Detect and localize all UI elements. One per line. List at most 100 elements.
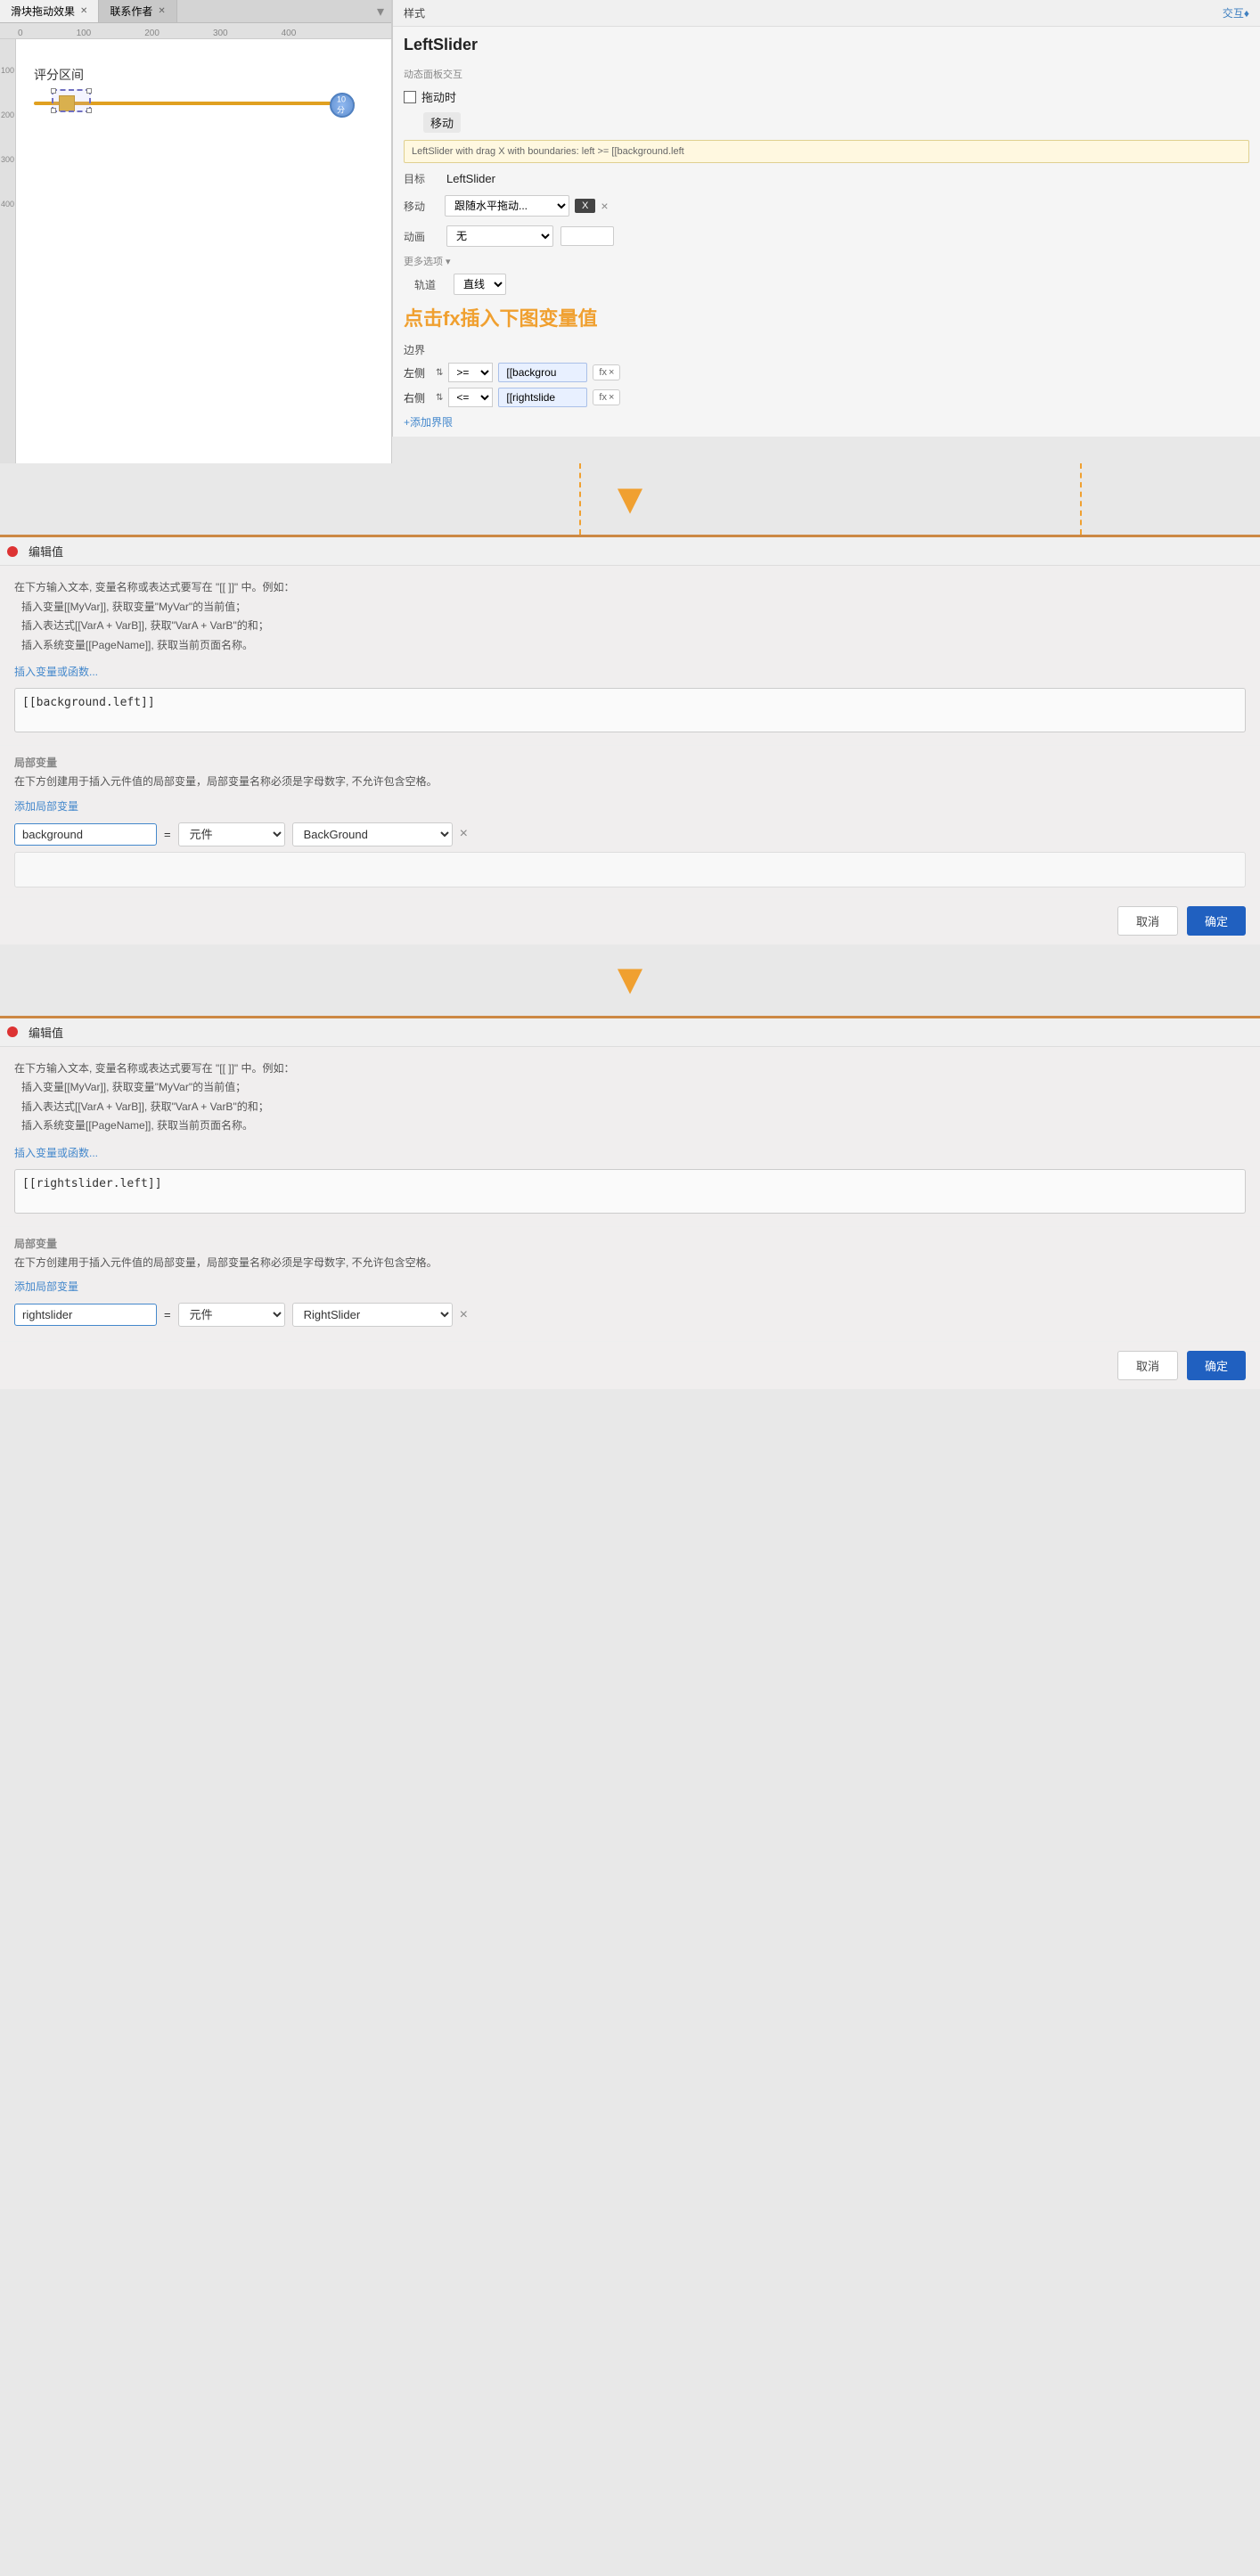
interaction-link[interactable]: 交互♦ bbox=[1223, 5, 1249, 20]
orange-hint-container: 点击fx插入下图变量值 bbox=[393, 298, 1260, 337]
tab-contact-label: 联系作者 bbox=[110, 4, 152, 19]
description-text: LeftSlider with drag X with boundaries: … bbox=[412, 146, 684, 157]
dialog2-intro: 在下方输入文本, 变量名称或表达式要写在 "[[ ]]" 中。例如： bbox=[14, 1059, 1246, 1079]
dialog1-confirm-button[interactable]: 确定 bbox=[1187, 906, 1246, 936]
description-bar: LeftSlider with drag X with boundaries: … bbox=[404, 140, 1249, 163]
orange-hint-text: 点击fx插入下图变量值 bbox=[404, 307, 598, 330]
canvas-content: 评分区间 bbox=[16, 39, 391, 463]
tab-more-icon[interactable]: ▾ bbox=[370, 3, 391, 20]
target-label: 目标 bbox=[404, 171, 439, 186]
left-op-select[interactable]: >= bbox=[448, 363, 493, 382]
dialog2-local-var: 局部变量 在下方创建用于插入元件值的局部变量，局部变量名称必须是字母数字, 不允… bbox=[0, 1226, 1260, 1341]
score-area: 评分区间 bbox=[34, 66, 355, 119]
drag-checkbox[interactable] bbox=[404, 91, 416, 103]
dialog2-local-var-title: 局部变量 bbox=[14, 1236, 1246, 1251]
handle-tr bbox=[86, 88, 92, 94]
dashed-line-left bbox=[579, 463, 581, 535]
dialog1-titlebar: 编辑值 bbox=[0, 537, 1260, 566]
dialog2-var-row: = 元件 RightSlider × bbox=[14, 1303, 1246, 1327]
dialog1-body: 在下方输入文本, 变量名称或表达式要写在 "[[ ]]" 中。例如： 插入变量[… bbox=[0, 566, 1260, 745]
left-arrows-icon: ⇅ bbox=[436, 368, 443, 378]
dialog1-var-delete-icon[interactable]: × bbox=[460, 826, 468, 842]
boundary-title: 边界 bbox=[404, 342, 1249, 357]
dialog2-var-delete-icon[interactable]: × bbox=[460, 1307, 468, 1323]
dialog2-var-component[interactable]: RightSlider bbox=[292, 1303, 453, 1327]
tab-close-icon[interactable]: ✕ bbox=[80, 6, 87, 16]
right-side-label: 右侧 bbox=[404, 390, 430, 405]
dialog1-bullet-1: 插入变量[[MyVar]], 获取变量"MyVar"的当前值； bbox=[21, 598, 1246, 617]
left-boundary-value: [[backgrou bbox=[498, 363, 587, 382]
right-panel: 样式 交互♦ LeftSlider 动态面板交互 拖动时 移动 LeftSlid… bbox=[392, 0, 1260, 437]
dialog2-bullet-2: 插入表达式[[VarA + VarB]], 获取"VarA + VarB"的和； bbox=[21, 1098, 1246, 1117]
dynamic-panel-label: 动态面板交互 bbox=[393, 63, 1260, 85]
dialog2-instructions: 在下方输入文本, 变量名称或表达式要写在 "[[ ]]" 中。例如： 插入变量[… bbox=[14, 1059, 1246, 1136]
dialog2-title: 编辑值 bbox=[29, 1024, 63, 1041]
more-options[interactable]: 更多选项 ▾ bbox=[393, 251, 1260, 271]
left-boundary-row: 左侧 ⇅ >= [[backgrou fx × bbox=[404, 363, 1249, 382]
fx-label: fx bbox=[599, 367, 607, 378]
dialog2-add-var-link[interactable]: 添加局部变量 bbox=[14, 1279, 1246, 1294]
right-close-x-icon[interactable]: × bbox=[609, 392, 614, 403]
target-row: 目标 LeftSlider bbox=[393, 167, 1260, 191]
tab-contact[interactable]: 联系作者 ✕ bbox=[99, 0, 176, 22]
drag-action-row: 拖动时 bbox=[393, 85, 1260, 109]
panel-header: 样式 交互♦ bbox=[393, 0, 1260, 27]
movement-x-badge: X bbox=[575, 199, 595, 213]
animation-duration[interactable]: 500 bbox=[560, 226, 614, 246]
dialog1-var-name[interactable] bbox=[14, 823, 157, 846]
boundary-section: 边界 左侧 ⇅ >= [[backgrou fx × 右侧 ⇅ bbox=[393, 337, 1260, 437]
movement-close-icon[interactable]: × bbox=[601, 199, 608, 213]
ruler-vertical: 100 200 300 400 bbox=[0, 39, 16, 463]
handle-bl bbox=[51, 108, 56, 113]
dialog1-local-var: 局部变量 在下方创建用于插入元件值的局部变量，局部变量名称必须是字母数字, 不允… bbox=[0, 745, 1260, 895]
dialog2-var-type[interactable]: 元件 bbox=[178, 1303, 285, 1327]
track-row: 轨道 直线 bbox=[393, 271, 1260, 298]
right-fx-button[interactable]: fx × bbox=[593, 389, 620, 405]
close-x-icon[interactable]: × bbox=[609, 367, 614, 378]
dialog2-confirm-button[interactable]: 确定 bbox=[1187, 1351, 1246, 1380]
dialog1-textarea[interactable]: [[background.left]] bbox=[14, 688, 1246, 732]
dialog2-container: 编辑值 在下方输入文本, 变量名称或表达式要写在 "[[ ]]" 中。例如： 插… bbox=[0, 1016, 1260, 1390]
slider-right-thumb[interactable]: 10分 bbox=[330, 93, 355, 118]
movement-label: 移动 bbox=[404, 199, 439, 214]
dialog1-insert-link[interactable]: 插入变量或函数... bbox=[14, 664, 1246, 679]
dialog2-var-name[interactable] bbox=[14, 1304, 157, 1326]
add-limit-link[interactable]: +添加界限 bbox=[404, 413, 1249, 431]
movement-select[interactable]: 跟随水平拖动... bbox=[445, 195, 569, 217]
dialog1-local-var-title: 局部变量 bbox=[14, 755, 1246, 770]
dialog1-cancel-button[interactable]: 取消 bbox=[1117, 906, 1178, 936]
track-select[interactable]: 直线 bbox=[454, 274, 506, 295]
left-fx-button[interactable]: fx × bbox=[593, 364, 620, 380]
dialog1-var-component[interactable]: BackGround bbox=[292, 822, 453, 846]
tab-slider-effect[interactable]: 滑块拖动效果 ✕ bbox=[0, 0, 99, 22]
target-value: LeftSlider bbox=[446, 172, 495, 185]
tab-contact-close-icon[interactable]: ✕ bbox=[158, 6, 165, 16]
slider-track[interactable]: 10分 bbox=[34, 93, 355, 119]
animation-label: 动画 bbox=[404, 229, 439, 244]
arrow-down-2: ▼ bbox=[609, 955, 651, 1004]
dialog1-title: 编辑值 bbox=[29, 543, 63, 560]
dialog2-local-var-desc: 在下方创建用于插入元件值的局部变量，局部变量名称必须是字母数字, 不允许包含空格… bbox=[14, 1255, 1246, 1272]
dialog1-bullet-3: 插入系统变量[[PageName]], 获取当前页面名称。 bbox=[21, 636, 1246, 656]
dialog1-add-var-link[interactable]: 添加局部变量 bbox=[14, 798, 1246, 814]
right-op-select[interactable]: <= bbox=[448, 388, 493, 407]
score-label: 评分区间 bbox=[34, 66, 355, 84]
dialog1-var-eq: = bbox=[164, 828, 171, 841]
dialog2-bullet-3: 插入系统变量[[PageName]], 获取当前页面名称。 bbox=[21, 1116, 1246, 1136]
track-label: 轨道 bbox=[404, 274, 446, 295]
dialog2-textarea[interactable]: [[rightslider.left]] bbox=[14, 1169, 1246, 1214]
dialog2-red-dot bbox=[7, 1026, 18, 1037]
dialog1-var-type[interactable]: 元件 bbox=[178, 822, 285, 846]
animation-select[interactable]: 无 bbox=[446, 225, 553, 247]
ruler-horizontal: 0 100 200 300 400 bbox=[0, 23, 391, 39]
dialog1-footer: 取消 确定 bbox=[0, 896, 1260, 945]
handle-tl bbox=[51, 88, 56, 94]
dialog2-cancel-button[interactable]: 取消 bbox=[1117, 1351, 1178, 1380]
dialog2-titlebar: 编辑值 bbox=[0, 1018, 1260, 1047]
panel-section-label: 样式 bbox=[404, 5, 425, 20]
separator-section: ▼ bbox=[0, 463, 1260, 535]
animation-row: 动画 无 500 bbox=[393, 221, 1260, 251]
dialog1-red-dot bbox=[7, 546, 18, 557]
dialog2-insert-link[interactable]: 插入变量或函数... bbox=[14, 1145, 1246, 1160]
movement-row: 移动 跟随水平拖动... X × bbox=[393, 191, 1260, 221]
